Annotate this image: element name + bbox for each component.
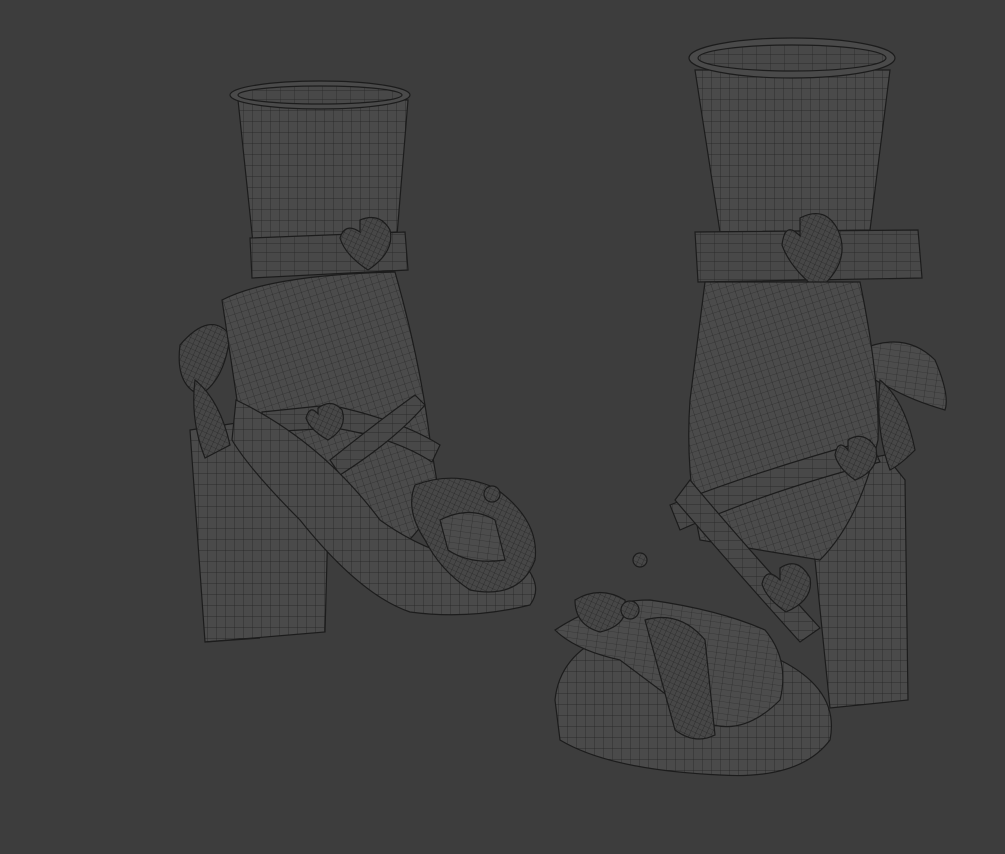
3d-viewport[interactable] [0, 0, 1005, 854]
viewport-canvas[interactable] [0, 0, 1005, 854]
